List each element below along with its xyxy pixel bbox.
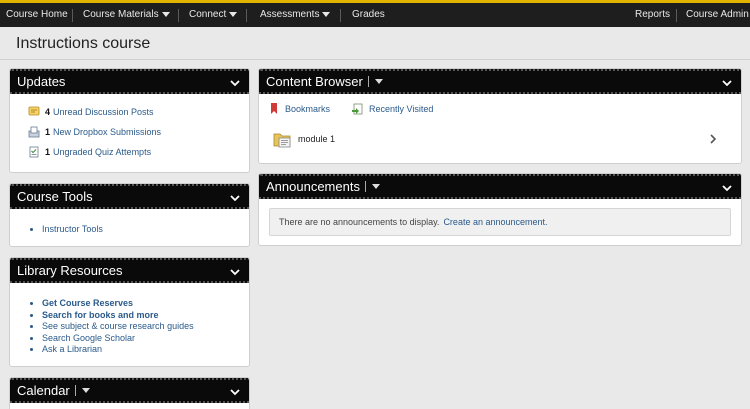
- nav-reports-label: Reports: [635, 9, 671, 20]
- calendar-menu-icon[interactable]: [81, 388, 90, 393]
- nav-course-home-label: Course Home: [6, 9, 68, 20]
- recently-visited-label: Recently Visited: [369, 104, 434, 114]
- bookmarks-link[interactable]: Bookmarks: [270, 103, 330, 115]
- announcements-empty-text: There are no announcements to display.: [279, 217, 440, 227]
- page-title: Instructions course: [16, 35, 151, 52]
- update-item-dropbox[interactable]: 1 New Dropbox Submissions: [28, 126, 161, 138]
- chevron-down-icon: [161, 12, 170, 17]
- course-tools-header: Course Tools: [10, 184, 249, 209]
- create-announcement-link[interactable]: Create an announcement.: [443, 217, 547, 227]
- library-header: Library Resources: [10, 258, 249, 283]
- nav-reports[interactable]: Reports: [635, 9, 670, 20]
- folder-icon: [273, 133, 291, 148]
- recently-visited-icon: [352, 103, 363, 115]
- nav-course-admin-label: Course Admin: [686, 9, 749, 20]
- chevron-down-icon[interactable]: [229, 267, 241, 277]
- nav-divider: [246, 9, 247, 22]
- updates-widget: Updates 4 Unread Discussion Posts 1 New …: [9, 68, 250, 173]
- top-navbar: Course Home Course Materials Connect Ass…: [0, 0, 750, 27]
- library-link-search-books[interactable]: Search for books and more: [42, 310, 194, 322]
- nav-assessments[interactable]: Assessments: [260, 9, 331, 20]
- nav-course-materials[interactable]: Course Materials: [83, 9, 170, 20]
- library-link-research-guides[interactable]: See subject & course research guides: [42, 321, 194, 333]
- course-tools-title: Course Tools: [17, 189, 93, 204]
- nav-grades-label: Grades: [352, 9, 385, 20]
- header-divider: [364, 181, 366, 192]
- nav-grades[interactable]: Grades: [352, 9, 385, 20]
- announcements-header: Announcements: [259, 174, 741, 199]
- update-label[interactable]: Ungraded Quiz Attempts: [53, 147, 151, 157]
- updates-title: Updates: [17, 74, 66, 89]
- announcements-empty-box: There are no announcements to display. C…: [269, 208, 731, 236]
- module-label: module 1: [298, 134, 336, 144]
- library-list: Get Course Reserves Search for books and…: [42, 298, 194, 356]
- nav-connect[interactable]: Connect: [189, 9, 238, 20]
- announcements-widget: Announcements There are no announcements…: [258, 173, 742, 246]
- nav-divider: [72, 9, 73, 22]
- nav-connect-label: Connect: [189, 9, 227, 20]
- header-divider: [74, 385, 76, 396]
- update-count: 1: [45, 127, 51, 137]
- update-item-discussions[interactable]: 4 Unread Discussion Posts: [28, 106, 154, 118]
- nav-divider: [178, 9, 179, 22]
- chevron-right-icon[interactable]: [709, 134, 717, 144]
- library-link-google-scholar[interactable]: Search Google Scholar: [42, 333, 194, 345]
- content-browser-widget: Content Browser Bookmarks Recently Visit…: [258, 68, 742, 164]
- update-label[interactable]: New Dropbox Submissions: [53, 127, 161, 137]
- course-tools-instructor-tools[interactable]: Instructor Tools: [42, 224, 103, 236]
- chevron-down-icon[interactable]: [229, 387, 241, 397]
- nav-course-home[interactable]: Course Home: [6, 9, 68, 20]
- chevron-down-icon[interactable]: [721, 183, 733, 193]
- library-title: Library Resources: [17, 263, 123, 278]
- library-link-reserves[interactable]: Get Course Reserves: [42, 298, 194, 310]
- nav-assessments-label: Assessments: [260, 9, 320, 20]
- header-divider: [367, 76, 369, 87]
- chevron-down-icon[interactable]: [721, 78, 733, 88]
- updates-header: Updates: [10, 69, 249, 94]
- chevron-down-icon[interactable]: [229, 78, 241, 88]
- chevron-down-icon[interactable]: [229, 193, 241, 203]
- chevron-down-icon: [229, 12, 238, 17]
- update-item-quizzes[interactable]: 1 Ungraded Quiz Attempts: [28, 146, 151, 158]
- library-widget: Library Resources Get Course Reserves Se…: [9, 257, 250, 367]
- recently-visited-link[interactable]: Recently Visited: [351, 103, 433, 115]
- chevron-down-icon: [322, 12, 331, 17]
- title-divider: [0, 59, 750, 60]
- nav-course-admin[interactable]: Course Admin: [686, 9, 749, 20]
- quiz-icon: [29, 146, 39, 158]
- announcements-title: Announcements: [266, 179, 360, 194]
- calendar-header: Calendar: [10, 378, 249, 403]
- content-browser-header: Content Browser: [259, 69, 741, 94]
- announcements-menu-icon[interactable]: [371, 184, 380, 189]
- discussion-icon: [28, 106, 40, 116]
- bookmarks-label: Bookmarks: [285, 104, 331, 114]
- content-browser-menu-icon[interactable]: [374, 79, 383, 84]
- dropbox-icon: [28, 126, 40, 138]
- module-row[interactable]: module 1: [273, 127, 741, 151]
- bookmark-icon: [271, 103, 277, 114]
- update-count: 1: [45, 147, 51, 157]
- course-tools-list: Instructor Tools: [42, 224, 103, 236]
- nav-course-materials-label: Course Materials: [83, 9, 159, 20]
- update-count: 4: [45, 107, 51, 117]
- calendar-widget: Calendar: [9, 377, 250, 409]
- calendar-title: Calendar: [17, 383, 70, 398]
- nav-divider: [340, 9, 341, 22]
- nav-divider: [676, 9, 677, 22]
- content-browser-title: Content Browser: [266, 74, 363, 89]
- course-tools-widget: Course Tools Instructor Tools: [9, 183, 250, 247]
- library-link-ask-librarian[interactable]: Ask a Librarian: [42, 344, 194, 356]
- update-label[interactable]: Unread Discussion Posts: [53, 107, 154, 117]
